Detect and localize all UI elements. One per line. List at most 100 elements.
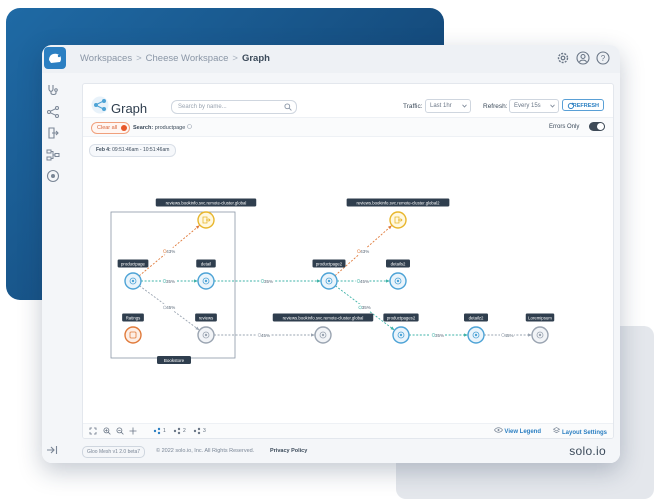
breadcrumb-current: Graph bbox=[241, 53, 270, 64]
node-label: detailz2 bbox=[469, 316, 484, 321]
gateway-icon[interactable] bbox=[46, 126, 60, 140]
graph-node-details2[interactable]: details2 bbox=[386, 259, 410, 290]
layout-2-icon[interactable] bbox=[173, 427, 181, 435]
layout-settings-button[interactable]: Layout Settings bbox=[553, 427, 607, 436]
graph-node-reviews[interactable]: reviews bbox=[195, 313, 217, 344]
node-label: detail bbox=[201, 262, 211, 267]
brand-logo: solo.io bbox=[569, 444, 606, 458]
top-icons: ? bbox=[556, 51, 610, 65]
node-label: productpage2 bbox=[316, 262, 343, 267]
stethoscope-icon[interactable] bbox=[46, 83, 60, 97]
node-label: reviews.bookinfo.svc.remote-cluster.glob… bbox=[283, 316, 364, 321]
graph-panel: Graph Search by name... Traffic: Last 1h… bbox=[82, 83, 614, 439]
graph-edge-productpage-gateway1[interactable]: 43% bbox=[138, 225, 200, 277]
graph-nav-icon[interactable] bbox=[46, 148, 60, 162]
user-icon[interactable] bbox=[576, 51, 590, 65]
graph-node-gateway1[interactable]: reviews.bookinfo.svc.remote-cluster.glob… bbox=[155, 198, 257, 229]
graph-node-loremipsum[interactable]: Loremipsum bbox=[525, 313, 555, 344]
node-label: productpage bbox=[121, 262, 146, 267]
layout-2-label: 2 bbox=[183, 428, 186, 434]
graph-edge-productpage-reviews[interactable]: 45% bbox=[139, 285, 200, 331]
breadcrumb-separator: > bbox=[232, 53, 238, 64]
graph-node-productpage2[interactable]: productpage2 bbox=[312, 259, 346, 290]
graph-node-productpage[interactable]: productpage bbox=[117, 259, 149, 290]
edge-label: 35% bbox=[435, 333, 444, 338]
breadcrumb-workspaces[interactable]: Workspaces bbox=[80, 53, 132, 64]
graph-node-detailz2[interactable]: detailz2 bbox=[464, 313, 488, 344]
layout-3-icon[interactable] bbox=[193, 427, 201, 435]
node-label: Ratings bbox=[126, 316, 141, 321]
top-bar: Workspaces > Cheese Workspace > Graph ? bbox=[42, 45, 620, 74]
edge-label: 45% bbox=[360, 279, 369, 284]
graph-node-productpages2[interactable]: productpages2 bbox=[383, 313, 419, 344]
edge-label: 35% bbox=[166, 279, 175, 284]
copyright-text: © 2022 solo.io, Inc. All Rights Reserved… bbox=[156, 448, 255, 454]
service-dot bbox=[399, 333, 403, 337]
view-legend-button[interactable]: View Legend bbox=[493, 427, 541, 435]
sidebar bbox=[42, 73, 65, 463]
node-label: reviews.bookinfo.svc.remote-cluster.glob… bbox=[356, 201, 440, 206]
breadcrumb: Workspaces > Cheese Workspace > Graph bbox=[80, 53, 270, 64]
graph-edge-reviews-remote1[interactable]: 45% bbox=[214, 331, 315, 339]
layout-1-label: 1 bbox=[163, 428, 166, 434]
group-label-text: Bookstore bbox=[164, 358, 185, 363]
service-dot bbox=[321, 333, 325, 337]
gloo-logo-icon[interactable] bbox=[44, 47, 66, 69]
service-dot bbox=[538, 333, 542, 337]
app-window: Workspaces > Cheese Workspace > Graph ? Grap… bbox=[42, 45, 620, 463]
service-dot bbox=[204, 279, 208, 283]
graph-node-gateway2[interactable]: reviews.bookinfo.svc.remote-cluster.glob… bbox=[346, 198, 450, 229]
edge-label: 45% bbox=[261, 333, 270, 338]
edge-label: 35% bbox=[362, 305, 371, 310]
node-label: Loremipsum bbox=[528, 316, 552, 321]
privacy-policy-link[interactable]: Privacy Policy bbox=[270, 448, 307, 454]
zoom-out-icon[interactable] bbox=[116, 427, 124, 435]
pan-icon[interactable] bbox=[129, 427, 137, 435]
layout-settings-label: Layout Settings bbox=[561, 430, 607, 436]
service-dot bbox=[131, 279, 135, 283]
graph-node-detail[interactable]: detail bbox=[196, 259, 216, 290]
node-label: reviews.bookinfo.svc.remote-cluster.glob… bbox=[166, 201, 247, 206]
layers-icon bbox=[553, 427, 561, 434]
fit-screen-icon[interactable] bbox=[89, 427, 97, 435]
service-graph[interactable]: Bookstore 43% 35% 45% 35% 45% 43% 45% 35% 35% 45% r… bbox=[83, 84, 613, 438]
bookstore-group-label: Bookstore bbox=[157, 356, 191, 364]
gear-icon[interactable] bbox=[556, 51, 570, 65]
footer: Gloo Mesh v1 2.0 beta7 © 2022 solo.io, I… bbox=[64, 441, 620, 463]
eye-icon bbox=[493, 427, 503, 433]
collapse-sidebar-icon[interactable] bbox=[46, 445, 58, 455]
service-dot bbox=[327, 279, 331, 283]
graph-node-remote1[interactable]: reviews.bookinfo.svc.remote-cluster.glob… bbox=[272, 313, 374, 344]
edge-label: 45% bbox=[504, 333, 513, 338]
graph-edge-productpage2-gateway2[interactable]: 43% bbox=[334, 225, 393, 277]
edge-label: 43% bbox=[360, 249, 369, 254]
settings-badge-icon[interactable] bbox=[46, 169, 60, 183]
graph-edge-productpage2-details2[interactable]: 45% bbox=[337, 277, 390, 285]
edge-label: 35% bbox=[264, 279, 273, 284]
main-content: Graph Search by name... Traffic: Last 1h… bbox=[64, 73, 620, 463]
svg-text:?: ? bbox=[601, 54, 606, 63]
layout-1-icon[interactable] bbox=[153, 427, 161, 435]
node-label: reviews bbox=[199, 316, 214, 321]
version-badge: Gloo Mesh v1 2.0 beta7 bbox=[82, 446, 146, 458]
network-icon[interactable] bbox=[46, 105, 60, 119]
service-dot bbox=[474, 333, 478, 337]
breadcrumb-separator: > bbox=[136, 53, 142, 64]
breadcrumb-workspace[interactable]: Cheese Workspace bbox=[146, 53, 229, 64]
help-icon[interactable]: ? bbox=[596, 51, 610, 65]
graph-node-ratings[interactable]: Ratings bbox=[122, 313, 144, 344]
service-dot bbox=[204, 333, 208, 337]
layout-3-label: 3 bbox=[203, 428, 206, 434]
edge-label: 45% bbox=[166, 305, 175, 310]
edge-label: 43% bbox=[166, 249, 175, 254]
node-label: productpages2 bbox=[387, 316, 416, 321]
graph-edge-productpage-detail[interactable]: 35% bbox=[141, 277, 198, 285]
zoom-in-icon[interactable] bbox=[103, 427, 111, 435]
graph-edge-detail-productpage2[interactable]: 35% bbox=[214, 277, 321, 285]
node-label: details2 bbox=[391, 262, 406, 267]
graph-edge-productpage2-productpages2[interactable]: 35% bbox=[335, 285, 395, 331]
graph-edge-productpages2-detailz2[interactable]: 35% bbox=[409, 331, 468, 339]
view-legend-label: View Legend bbox=[504, 429, 541, 435]
graph-edge-detailz2-loremipsum[interactable]: 45% bbox=[484, 331, 532, 339]
service-dot bbox=[396, 279, 400, 283]
